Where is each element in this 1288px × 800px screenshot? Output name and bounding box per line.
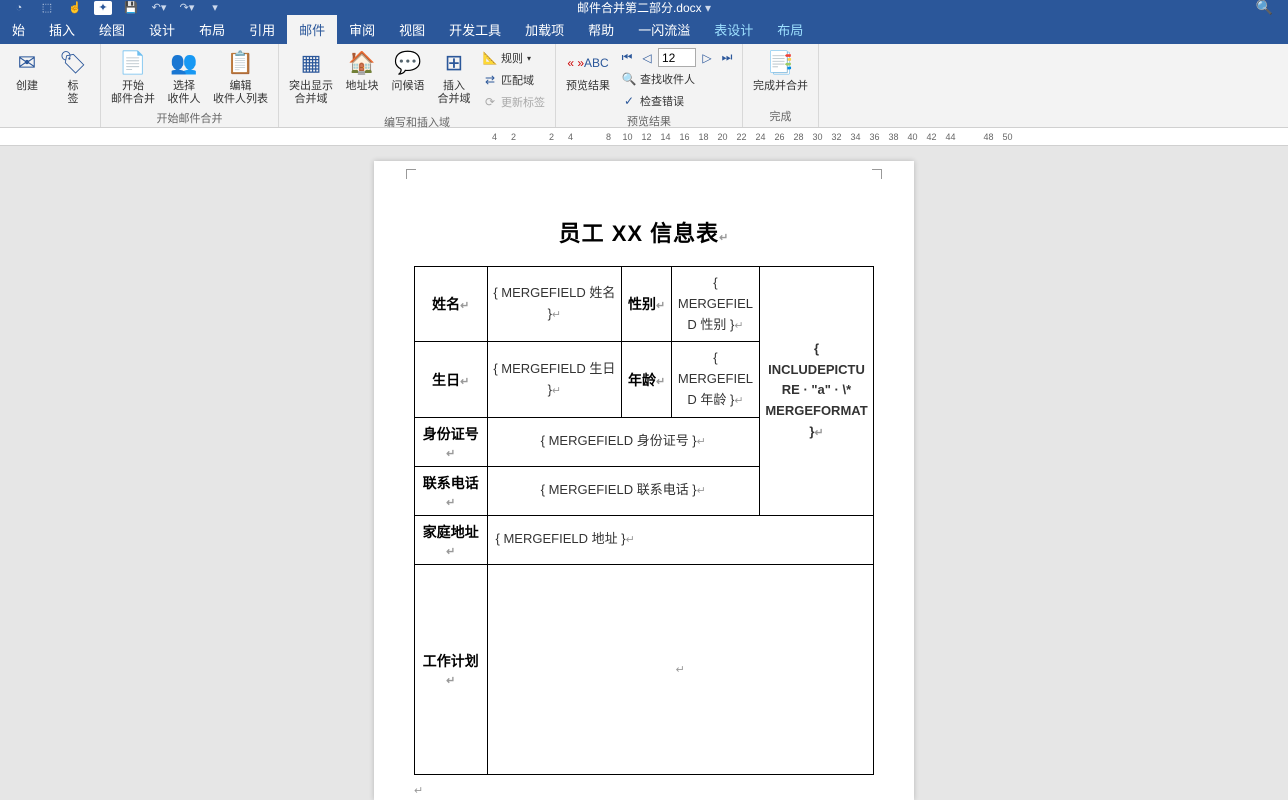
record-number-input[interactable] xyxy=(658,48,696,67)
employee-form-table[interactable]: 姓名↵ { MERGEFIELD 姓名 }↵ 性别↵ { MERGEFIELD … xyxy=(414,266,874,775)
tab-mailings[interactable]: 邮件 xyxy=(287,15,337,44)
cell-birth-field[interactable]: { MERGEFIELD 生日 }↵ xyxy=(487,342,622,417)
update-labels-button: ⟳更新标签 xyxy=(479,92,549,112)
edit-list-icon: 📋 xyxy=(226,48,256,78)
greeting-icon: 💬 xyxy=(393,48,423,78)
tab-table-layout[interactable]: 布局 xyxy=(765,15,815,44)
last-record-button[interactable]: ⏭ xyxy=(718,49,736,67)
margin-corner-tl xyxy=(406,169,416,179)
greeting-line-button[interactable]: 💬 问候语 xyxy=(387,46,429,95)
page[interactable]: 员工 XX 信息表↵ 姓名↵ { MERGEFIELD 姓名 }↵ 性别↵ { … xyxy=(374,161,914,800)
cell-plan-field[interactable]: ↵ xyxy=(487,564,873,774)
tab-draw[interactable]: 绘图 xyxy=(87,15,137,44)
cell-plan-label[interactable]: 工作计划↵ xyxy=(415,564,488,774)
redo-icon[interactable]: ↷▾ xyxy=(178,1,196,15)
document-canvas[interactable]: 员工 XX 信息表↵ 姓名↵ { MERGEFIELD 姓名 }↵ 性别↵ { … xyxy=(0,146,1288,800)
edit-recipients-button[interactable]: 📋 编辑 收件人列表 xyxy=(209,46,272,108)
paragraph-mark[interactable]: ↵ xyxy=(414,781,874,799)
horizontal-ruler[interactable]: 4 2 2 4 8 10 12 14 16 18 20 22 24 26 28 … xyxy=(0,128,1288,146)
cell-name-field[interactable]: { MERGEFIELD 姓名 }↵ xyxy=(487,267,622,342)
preview-results-button[interactable]: « »ABC 预览结果 xyxy=(562,46,614,95)
tab-developer[interactable]: 开发工具 xyxy=(437,15,513,44)
table-row[interactable]: 家庭地址↵ { MERGEFIELD 地址 }↵ xyxy=(415,515,874,564)
table-row[interactable]: 工作计划↵ ↵ xyxy=(415,564,874,774)
cell-age-label[interactable]: 年龄↵ xyxy=(622,342,672,417)
group-mailmerge-label: 开始邮件合并 xyxy=(107,108,272,129)
tab-flash[interactable]: 一闪流溢 xyxy=(626,15,702,44)
mailmerge-icon: 📄 xyxy=(118,48,148,78)
preview-icon: « »ABC xyxy=(573,48,603,78)
tab-review[interactable]: 审阅 xyxy=(337,15,387,44)
envelopes-button[interactable]: ✉ 创建 xyxy=(6,46,48,95)
titlebar: ◔ ⬚ ☝ ✦ 💾 ↶▾ ↷▾ ▾ 邮件合并第二部分.docx ▾ 🔍 xyxy=(0,0,1288,15)
group-finish-label: 完成 xyxy=(749,106,812,127)
cell-phone-label[interactable]: 联系电话↵ xyxy=(415,466,488,515)
match-fields-button[interactable]: ⇄匹配域 xyxy=(479,70,549,90)
recipients-icon: 👥 xyxy=(169,48,199,78)
tab-layout[interactable]: 布局 xyxy=(187,15,237,44)
start-mailmerge-button[interactable]: 📄 开始 邮件合并 xyxy=(107,46,159,108)
tab-view[interactable]: 视图 xyxy=(387,15,437,44)
cell-id-label[interactable]: 身份证号↵ xyxy=(415,417,488,466)
tab-insert[interactable]: 插入 xyxy=(37,15,87,44)
prev-record-button[interactable]: ◁ xyxy=(638,49,656,67)
highlight-fields-button[interactable]: ▦ 突出显示 合并域 xyxy=(285,46,337,108)
finish-icon: 📑 xyxy=(766,48,796,78)
tab-home[interactable]: 始 xyxy=(0,15,37,44)
find-recipient-button[interactable]: 🔍查找收件人 xyxy=(618,69,736,89)
cell-age-field[interactable]: { MERGEFIELD 年龄 }↵ xyxy=(671,342,759,417)
find-icon: 🔍 xyxy=(622,72,636,86)
more-icon[interactable]: ▾ xyxy=(206,1,224,15)
update-icon: ⟳ xyxy=(483,95,497,109)
touch-icon[interactable]: ☝ xyxy=(66,1,84,15)
insert-field-icon: ⊞ xyxy=(439,48,469,78)
search-icon[interactable]: 🔍 xyxy=(1256,0,1273,16)
ribbon: ✉ 创建 🏷 标 签 📄 开始 邮件合并 👥 选择 收件人 📋 编辑 收件人列表 xyxy=(0,44,1288,128)
tab-addins[interactable]: 加载项 xyxy=(513,15,576,44)
next-record-button[interactable]: ▷ xyxy=(698,49,716,67)
tab-references[interactable]: 引用 xyxy=(237,15,287,44)
autosave-icon[interactable]: ◔ xyxy=(10,1,28,15)
cell-name-label[interactable]: 姓名↵ xyxy=(415,267,488,342)
labels-button[interactable]: 🏷 标 签 xyxy=(52,46,94,108)
tab-help[interactable]: 帮助 xyxy=(576,15,626,44)
cell-addr-field[interactable]: { MERGEFIELD 地址 }↵ xyxy=(487,515,873,564)
address-icon: 🏠 xyxy=(347,48,377,78)
ribbon-tabs: 始 插入 绘图 设计 布局 引用 邮件 审阅 视图 开发工具 加载项 帮助 一闪… xyxy=(0,15,1288,44)
cell-phone-field[interactable]: { MERGEFIELD 联系电话 }↵ xyxy=(487,466,759,515)
save-icon[interactable]: 💾 xyxy=(122,1,140,15)
table-row[interactable]: 姓名↵ { MERGEFIELD 姓名 }↵ 性别↵ { MERGEFIELD … xyxy=(415,267,874,342)
document-title: 邮件合并第二部分.docx ▾ xyxy=(577,0,711,16)
rules-button[interactable]: 📐规则▾ xyxy=(479,48,549,68)
cell-addr-label[interactable]: 家庭地址↵ xyxy=(415,515,488,564)
cell-sex-field[interactable]: { MERGEFIELD 性别 }↵ xyxy=(671,267,759,342)
accessibility-icon[interactable]: ✦ xyxy=(94,1,112,15)
cell-id-field[interactable]: { MERGEFIELD 身份证号 }↵ xyxy=(487,417,759,466)
cell-birth-label[interactable]: 生日↵ xyxy=(415,342,488,417)
insert-merge-field-button[interactable]: ⊞ 插入 合并域 xyxy=(433,46,475,108)
document-heading[interactable]: 员工 XX 信息表↵ xyxy=(414,216,874,248)
address-block-button[interactable]: 🏠 地址块 xyxy=(341,46,383,95)
rules-icon: 📐 xyxy=(483,51,497,65)
label-icon: 🏷 xyxy=(58,48,88,78)
margin-corner-tr xyxy=(872,169,882,179)
cell-photo-field[interactable]: { INCLUDEPICTURE · "a" · \* MERGEFORMAT … xyxy=(759,267,873,516)
mode-icon[interactable]: ⬚ xyxy=(38,1,56,15)
envelope-icon: ✉ xyxy=(12,48,42,78)
record-nav: ⏮ ◁ ▷ ⏭ xyxy=(618,48,736,67)
tab-table-design[interactable]: 表设计 xyxy=(702,15,765,44)
group-create-label xyxy=(6,122,94,127)
cell-sex-label[interactable]: 性别↵ xyxy=(622,267,672,342)
select-recipients-button[interactable]: 👥 选择 收件人 xyxy=(163,46,205,108)
undo-icon[interactable]: ↶▾ xyxy=(150,1,168,15)
match-icon: ⇄ xyxy=(483,73,497,87)
finish-merge-button[interactable]: 📑 完成并合并 xyxy=(749,46,812,95)
tab-design[interactable]: 设计 xyxy=(137,15,187,44)
check-icon: ✓ xyxy=(622,94,636,108)
first-record-button[interactable]: ⏮ xyxy=(618,49,636,67)
highlight-icon: ▦ xyxy=(296,48,326,78)
check-errors-button[interactable]: ✓检查错误 xyxy=(618,91,736,111)
